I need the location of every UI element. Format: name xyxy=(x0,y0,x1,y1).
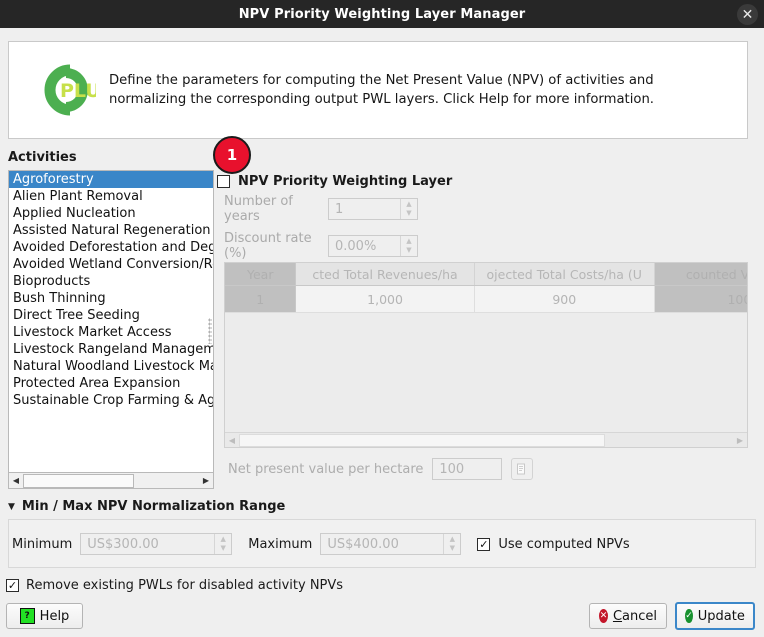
list-item[interactable]: Protected Area Expansion xyxy=(9,375,213,392)
table-horizontal-scrollbar[interactable]: ◀ ▶ xyxy=(225,432,747,447)
list-item[interactable]: Avoided Wetland Conversion/Restoration xyxy=(9,256,213,273)
list-item[interactable]: Bioproducts xyxy=(9,273,213,290)
activities-label: Activities xyxy=(8,150,77,165)
list-item[interactable]: Avoided Deforestation and Degradation xyxy=(9,239,213,256)
normalization-section-header[interactable]: ▼ Min / Max NPV Normalization Range xyxy=(8,499,285,514)
list-item[interactable]: Livestock Market Access xyxy=(9,324,213,341)
cell-discounted: 100 xyxy=(654,285,747,313)
scroll-right-icon[interactable]: ▶ xyxy=(199,476,213,485)
use-computed-npvs-checkbox[interactable]: ✓ xyxy=(477,537,491,551)
npv-pwl-checkbox-row[interactable]: NPV Priority Weighting Layer xyxy=(217,174,452,189)
table-row[interactable]: 1 1,000 900 100 xyxy=(225,285,747,313)
table-scroll-left-icon[interactable]: ◀ xyxy=(225,436,239,445)
check-circle-icon: ✓ xyxy=(685,609,693,623)
cplus-logo: PLUS xyxy=(27,62,99,118)
maximum-input[interactable]: US$400.00 ▲ ▼ xyxy=(320,533,462,555)
list-item[interactable]: Sustainable Crop Farming & Agroecology xyxy=(9,392,213,409)
error-circle-icon: ✕ xyxy=(599,609,608,623)
number-of-years-label: Number of years xyxy=(224,194,293,224)
discount-rate-label: Discount rate (%) xyxy=(224,231,312,261)
col-revenues[interactable]: cted Total Revenues/ha xyxy=(295,263,475,286)
list-item[interactable]: Bush Thinning xyxy=(9,290,213,307)
table-header-row: Year cted Total Revenues/ha ojected Tota… xyxy=(225,263,747,286)
scroll-track[interactable] xyxy=(23,473,199,488)
cell-costs[interactable]: 900 xyxy=(474,285,655,313)
normalization-section-title: Min / Max NPV Normalization Range xyxy=(21,499,286,514)
activities-horizontal-scrollbar[interactable]: ◀ ▶ xyxy=(8,473,214,489)
list-item[interactable]: Alien Plant Removal xyxy=(9,188,213,205)
remove-pwls-row[interactable]: ✓ Remove existing PWLs for disabled acti… xyxy=(6,578,343,593)
number-of-years-value: 1 xyxy=(335,201,344,217)
npv-table-grid: Year cted Total Revenues/ha ojected Tota… xyxy=(225,263,747,313)
step-badge: 1 xyxy=(213,136,251,174)
use-computed-npvs-label: Use computed NPVs xyxy=(498,536,630,552)
minimum-value: US$300.00 xyxy=(87,536,159,552)
number-of-years-input[interactable]: 1 ▲ ▼ xyxy=(328,198,418,220)
normalization-fields: Minimum US$300.00 ▲ ▼ Maximum US$400.00 ▲… xyxy=(12,533,630,555)
npv-table[interactable]: Year cted Total Revenues/ha ojected Tota… xyxy=(224,262,748,448)
maximum-label: Maximum xyxy=(248,536,313,552)
table-empty-area xyxy=(225,313,747,433)
list-item[interactable]: Agroforestry xyxy=(9,171,213,188)
header-description: Define the parameters for computing the … xyxy=(109,72,655,107)
minimum-label: Minimum xyxy=(12,536,73,552)
minimum-input[interactable]: US$300.00 ▲ ▼ xyxy=(80,533,233,555)
svg-text:PLUS: PLUS xyxy=(60,80,96,102)
npv-per-hectare-value[interactable]: 100 xyxy=(432,458,503,480)
help-button-label: Help xyxy=(39,608,70,624)
number-of-years-row: Number of years 1 ▲ ▼ xyxy=(224,194,748,224)
list-item[interactable]: Natural Woodland Livestock Management xyxy=(9,358,213,375)
col-year[interactable]: Year xyxy=(225,263,297,286)
maximum-value: US$400.00 xyxy=(327,536,399,552)
title-bar: NPV Priority Weighting Layer Manager ✕ xyxy=(0,0,764,28)
table-scroll-right-icon[interactable]: ▶ xyxy=(733,436,747,445)
npv-pwl-checkbox[interactable] xyxy=(217,175,230,188)
help-icon: ? xyxy=(19,608,35,624)
table-scroll-thumb[interactable] xyxy=(239,433,605,447)
npv-per-hectare-row: Net present value per hectare 100 xyxy=(228,458,534,480)
npv-per-hectare-label: Net present value per hectare xyxy=(228,461,424,477)
scroll-thumb[interactable] xyxy=(23,473,134,488)
activities-list[interactable]: Agroforestry Alien Plant Removal Applied N… xyxy=(8,170,214,473)
table-scroll-track[interactable] xyxy=(239,433,733,447)
discount-rate-stepper[interactable]: ▲ ▼ xyxy=(400,236,417,256)
chevron-down-icon[interactable]: ▼ xyxy=(8,502,15,512)
splitter-handle[interactable] xyxy=(208,318,212,344)
cell-revenues[interactable]: 1,000 xyxy=(295,285,475,313)
cell-year: 1 xyxy=(225,285,297,313)
copy-icon[interactable] xyxy=(511,458,534,480)
discount-rate-row: Discount rate (%) 0.00% ▲ ▼ xyxy=(224,231,748,261)
remove-pwls-label: Remove existing PWLs for disabled activi… xyxy=(26,578,344,593)
list-item[interactable]: Assisted Natural Regeneration xyxy=(9,222,213,239)
window-title: NPV Priority Weighting Layer Manager xyxy=(238,6,526,22)
update-button-label: Update xyxy=(697,608,745,624)
header-panel: PLUS Define the parameters for computing… xyxy=(8,41,748,139)
close-icon[interactable]: ✕ xyxy=(737,4,758,25)
update-button[interactable]: ✓ Update xyxy=(675,602,755,630)
col-costs[interactable]: ojected Total Costs/ha (U xyxy=(474,263,655,286)
list-item[interactable]: Livestock Rangeland Management xyxy=(9,341,213,358)
cancel-button[interactable]: ✕ Cancel xyxy=(589,603,667,629)
number-of-years-stepper[interactable]: ▲ ▼ xyxy=(400,199,417,219)
col-discounted[interactable]: counted Value (U xyxy=(654,263,747,286)
list-item[interactable]: Applied Nucleation xyxy=(9,205,213,222)
npv-pwl-label: NPV Priority Weighting Layer xyxy=(238,174,453,189)
scroll-left-icon[interactable]: ◀ xyxy=(9,476,23,485)
discount-rate-input[interactable]: 0.00% ▲ ▼ xyxy=(328,235,418,257)
discount-rate-value: 0.00% xyxy=(335,238,377,254)
cancel-button-label: Cancel xyxy=(612,608,657,624)
help-button[interactable]: ? Help xyxy=(6,603,83,629)
minimum-stepper[interactable]: ▲ ▼ xyxy=(214,534,231,554)
remove-pwls-checkbox[interactable]: ✓ xyxy=(6,579,19,592)
maximum-stepper[interactable]: ▲ ▼ xyxy=(443,534,460,554)
dialog-window: NPV Priority Weighting Layer Manager ✕ P… xyxy=(0,0,764,637)
list-item[interactable]: Direct Tree Seeding xyxy=(9,307,213,324)
